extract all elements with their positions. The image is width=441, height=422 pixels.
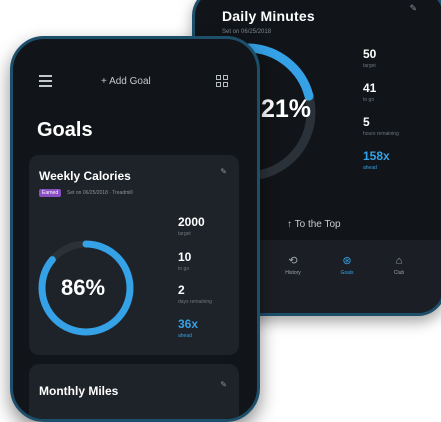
stat-label: hours remaining bbox=[363, 131, 399, 137]
stat-to-go: 41 to go bbox=[363, 81, 376, 103]
to-the-top-link[interactable]: ↑ To the Top bbox=[287, 219, 341, 230]
goal-meta: Set on 06/25/2018 · Treadmill bbox=[67, 190, 133, 196]
nav-label: History bbox=[285, 270, 301, 276]
stat-remaining: 2 days remaining bbox=[178, 283, 212, 305]
nav-item-club[interactable]: ⌂ Club bbox=[379, 254, 419, 276]
front-phone-screen: + Add Goal Goals Weekly Calories ✎ Earne… bbox=[10, 36, 260, 422]
stat-target: 50 target bbox=[363, 47, 376, 69]
history-icon: ⟲ bbox=[288, 255, 298, 267]
hamburger-menu-icon[interactable] bbox=[39, 75, 52, 90]
arrow-up-icon: ↑ bbox=[287, 219, 292, 230]
qr-code-icon[interactable] bbox=[216, 75, 228, 87]
stat-value: 2000 bbox=[178, 215, 205, 229]
stat-label: ahead bbox=[363, 165, 377, 171]
stat-label: target bbox=[363, 63, 376, 69]
club-icon: ⌂ bbox=[395, 255, 403, 267]
stat-label: to go bbox=[363, 97, 375, 103]
daily-minutes-set-date: Set on 06/25/2018 bbox=[222, 29, 272, 35]
stat-ahead: 158x ahead bbox=[363, 149, 390, 171]
add-goal-button[interactable]: + Add Goal bbox=[101, 76, 151, 87]
stat-value: 158x bbox=[363, 149, 390, 163]
stat-value: 36x bbox=[178, 317, 199, 331]
stat-value: 5 bbox=[363, 115, 370, 129]
goal-title: Weekly Calories bbox=[39, 169, 131, 183]
stat-value: 41 bbox=[363, 81, 377, 95]
goal-card-weekly-calories[interactable]: Weekly Calories ✎ Earned Set on 06/25/20… bbox=[29, 155, 239, 355]
nav-item-goals[interactable]: ⊛ Goals bbox=[327, 254, 367, 276]
stat-remaining: 5 hours remaining bbox=[363, 115, 399, 137]
edit-icon[interactable]: ✎ bbox=[409, 3, 417, 14]
page-title: Goals bbox=[37, 119, 93, 141]
stat-ahead: 36x ahead bbox=[178, 317, 198, 339]
nav-label: Goals bbox=[340, 270, 354, 276]
edit-icon[interactable]: ✎ bbox=[220, 380, 227, 389]
nav-item-history[interactable]: ⟲ History bbox=[273, 254, 313, 276]
stat-value: 2 bbox=[178, 283, 185, 297]
daily-minutes-title: Daily Minutes bbox=[222, 8, 315, 24]
stat-target: 2000 target bbox=[178, 215, 205, 237]
stat-label: target bbox=[178, 231, 191, 237]
nav-label: Club bbox=[393, 270, 405, 276]
stat-label: to go bbox=[178, 266, 190, 272]
stat-value: 10 bbox=[178, 250, 192, 264]
status-badge: Earned bbox=[39, 189, 62, 197]
goal-title: Monthly Miles bbox=[39, 384, 119, 398]
edit-icon[interactable]: ✎ bbox=[220, 167, 227, 176]
stat-label: days remaining bbox=[178, 299, 212, 305]
stat-to-go: 10 to go bbox=[178, 250, 191, 272]
progress-percent: 21% bbox=[261, 95, 312, 123]
stat-value: 50 bbox=[363, 47, 377, 61]
goals-icon: ⊛ bbox=[342, 255, 352, 267]
goal-card-monthly-miles[interactable]: Monthly Miles ✎ bbox=[29, 364, 239, 419]
progress-percent: 86% bbox=[61, 275, 106, 300]
to-the-top-label: To the Top bbox=[294, 219, 341, 230]
stat-label: ahead bbox=[178, 333, 192, 339]
home-indicator bbox=[295, 315, 371, 316]
